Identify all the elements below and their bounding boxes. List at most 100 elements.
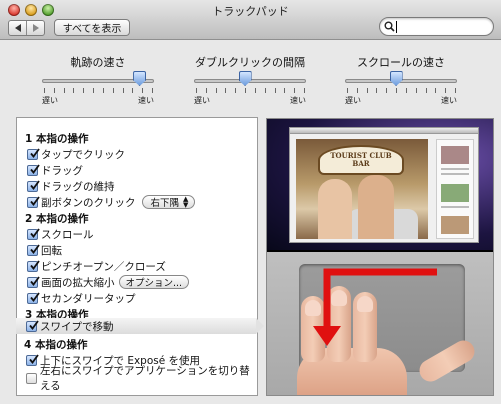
checkmark-icon bbox=[30, 243, 40, 254]
person-left bbox=[314, 175, 354, 239]
slider-tick bbox=[415, 88, 417, 93]
dragging-option[interactable]: ドラッグ bbox=[17, 162, 257, 178]
slider-tick bbox=[83, 88, 85, 93]
swipe-navigate-checkbox[interactable] bbox=[26, 319, 39, 332]
scroll-checkbox[interactable] bbox=[27, 227, 40, 240]
slider-tick bbox=[152, 88, 153, 93]
selected-row-pointer bbox=[256, 318, 264, 334]
slider-tick bbox=[63, 88, 65, 93]
screen-zoom-label: 画面の拡大縮小 bbox=[41, 276, 115, 289]
slider-tick bbox=[196, 88, 197, 93]
window-titlebar: トラックパッド すべてを表示 bbox=[0, 0, 501, 40]
secondary-click-popup[interactable]: 右下隅 ▲ ▼ bbox=[141, 195, 196, 209]
tap-to-click-checkbox[interactable] bbox=[27, 147, 40, 160]
scroll-option[interactable]: スクロール bbox=[17, 226, 257, 242]
slider-tick bbox=[112, 88, 114, 93]
swipe-navigate-option[interactable]: スワイプで移動 bbox=[16, 318, 256, 334]
swipe-app-switch-checkbox[interactable] bbox=[26, 372, 37, 384]
arrow-path bbox=[323, 268, 437, 330]
checkmark-icon bbox=[30, 179, 40, 190]
rotate-label: 回転 bbox=[41, 244, 62, 257]
slider-tick bbox=[435, 88, 437, 93]
checkmark-icon bbox=[29, 319, 39, 330]
pinch-checkbox[interactable] bbox=[27, 259, 40, 272]
scroll-speed-thumb[interactable] bbox=[389, 71, 403, 86]
tracking-speed-title: 軌跡の速さ bbox=[70, 56, 126, 69]
secondary-click-option[interactable]: 副ボタンのクリック 右下隅 ▲ ▼ bbox=[17, 194, 257, 210]
slider-tick bbox=[254, 88, 256, 93]
scroll-label: スクロール bbox=[41, 228, 94, 241]
drag-lock-option[interactable]: ドラッグの維持 bbox=[17, 178, 257, 194]
slider-tick bbox=[396, 88, 398, 93]
drag-lock-checkbox[interactable] bbox=[27, 179, 40, 192]
slider-tick bbox=[264, 88, 266, 93]
slider-tick bbox=[294, 88, 296, 93]
slider-tick bbox=[405, 88, 407, 93]
preview-sidebar bbox=[436, 139, 474, 239]
slider-tick bbox=[122, 88, 124, 93]
screen-zoom-option[interactable]: 画面の拡大縮小 オプション... bbox=[17, 274, 257, 290]
preview-screen: TOURIST CLUB BAR bbox=[267, 119, 493, 250]
slider-tick bbox=[386, 88, 388, 93]
scroll-speed-max-label: 速い bbox=[441, 96, 457, 105]
secondary-tap-checkbox[interactable] bbox=[27, 291, 40, 304]
checkmark-icon bbox=[30, 291, 40, 302]
chevron-right-icon bbox=[32, 24, 39, 32]
screen-zoom-checkbox[interactable] bbox=[27, 275, 40, 288]
slider-tick bbox=[284, 88, 286, 93]
preview-app-window: TOURIST CLUB BAR bbox=[289, 127, 479, 243]
double-click-speed-thumb[interactable] bbox=[238, 71, 252, 86]
checkmark-icon bbox=[30, 195, 40, 206]
chevron-left-icon bbox=[14, 24, 21, 32]
slider-tick bbox=[425, 88, 427, 93]
zoom-options-button[interactable]: オプション... bbox=[118, 275, 190, 289]
slider-tick bbox=[274, 88, 276, 93]
double-click-speed-min-label: 遅い bbox=[194, 96, 210, 105]
rotate-option[interactable]: 回転 bbox=[17, 242, 257, 258]
slider-tick bbox=[142, 88, 144, 93]
checkmark-icon bbox=[29, 353, 39, 364]
slider-tick bbox=[445, 88, 447, 93]
checkmark-icon bbox=[30, 163, 40, 174]
dragging-label: ドラッグ bbox=[41, 164, 83, 177]
secondary-tap-option[interactable]: セカンダリータップ bbox=[17, 290, 257, 306]
checkmark-icon bbox=[30, 275, 40, 286]
rotate-checkbox[interactable] bbox=[27, 243, 40, 256]
popup-arrows-icon: ▲ ▼ bbox=[183, 195, 189, 209]
tap-to-click-option[interactable]: タップでクリック bbox=[17, 146, 257, 162]
swipe-navigate-label: スワイプで移動 bbox=[40, 320, 114, 333]
slider-tick bbox=[356, 88, 358, 93]
double-click-speed-max-label: 速い bbox=[290, 96, 306, 105]
four-finger-heading: 4 本指の操作 bbox=[24, 338, 88, 351]
one-finger-heading: 1 本指の操作 bbox=[25, 132, 89, 145]
pinch-option[interactable]: ピンチオープン／クローズ bbox=[17, 258, 257, 274]
sign-line-2: BAR bbox=[352, 159, 370, 168]
show-all-button[interactable]: すべてを表示 bbox=[54, 19, 130, 36]
search-icon bbox=[384, 21, 395, 32]
preview-photo: TOURIST CLUB BAR bbox=[296, 139, 428, 239]
swipe-expose-checkbox[interactable] bbox=[26, 353, 39, 366]
slider-tick bbox=[347, 88, 348, 93]
tracking-speed-ticks bbox=[42, 88, 154, 93]
slider-tick bbox=[132, 88, 134, 93]
tap-to-click-label: タップでクリック bbox=[41, 148, 125, 161]
tracking-speed-min-label: 遅い bbox=[42, 96, 58, 105]
slider-tick bbox=[304, 88, 305, 93]
search-field[interactable] bbox=[379, 17, 494, 36]
slider-tick bbox=[376, 88, 378, 93]
dragging-checkbox[interactable] bbox=[27, 163, 40, 176]
swipe-arrow-icon bbox=[313, 268, 437, 346]
checkmark-icon bbox=[30, 147, 40, 158]
checkmark-icon bbox=[30, 227, 40, 238]
preview-sign: TOURIST CLUB BAR bbox=[318, 145, 404, 175]
back-button[interactable] bbox=[9, 21, 26, 35]
scroll-speed-title: スクロールの速さ bbox=[357, 56, 445, 69]
tracking-speed-thumb[interactable] bbox=[133, 71, 147, 86]
swipe-app-switch-option[interactable]: 左右にスワイプでアプリケーションを切り替える bbox=[16, 365, 256, 392]
secondary-tap-label: セカンダリータップ bbox=[41, 292, 136, 305]
secondary-click-checkbox[interactable] bbox=[27, 195, 40, 208]
slider-tick bbox=[93, 88, 95, 93]
slider-tick bbox=[53, 88, 55, 93]
forward-button[interactable] bbox=[26, 21, 44, 35]
slider-tick bbox=[215, 88, 217, 93]
